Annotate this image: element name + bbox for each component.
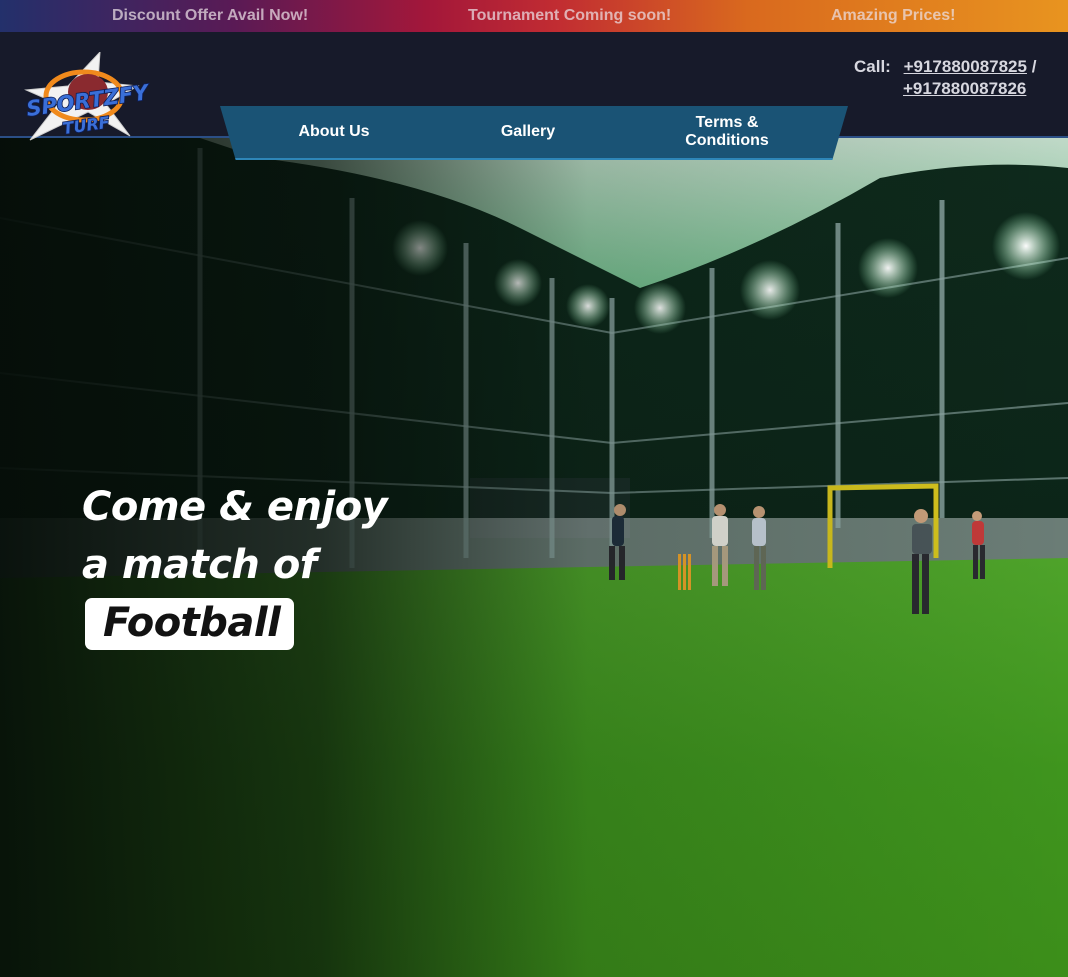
hero-line-2: a match of <box>82 542 317 588</box>
hero-line-1: Come & enjoy <box>82 484 388 530</box>
phone-link-1[interactable]: +917880087825 <box>904 57 1027 76</box>
contact-phone: Call: +917880087825 / +917880087826 <box>854 56 1037 98</box>
ticker-item-prices: Amazing Prices! <box>831 7 956 24</box>
nav-terms-conditions[interactable]: Terms & Conditions <box>672 114 782 150</box>
nav-gallery[interactable]: Gallery <box>478 123 578 141</box>
sport-name: Football <box>103 600 281 646</box>
phone-link-2[interactable]: +917880087826 <box>903 78 1026 100</box>
hero-headline: Come & enjoy a match of Football <box>82 478 388 650</box>
sport-name-badge: Football <box>85 598 295 650</box>
ticker-item-discount: Discount Offer Avail Now! <box>112 7 309 24</box>
main-navigation: About Us Gallery Terms & Conditions <box>220 106 848 160</box>
sportzfy-logo[interactable]: SPORTZFY TURF <box>18 50 153 146</box>
phone-separator: / <box>1031 57 1037 76</box>
announcement-ticker: Discount Offer Avail Now! Tournament Com… <box>0 0 1068 32</box>
nav-about-us[interactable]: About Us <box>282 123 386 141</box>
ticker-item-tournament: Tournament Coming soon! <box>468 7 672 24</box>
call-label: Call: <box>854 57 891 76</box>
